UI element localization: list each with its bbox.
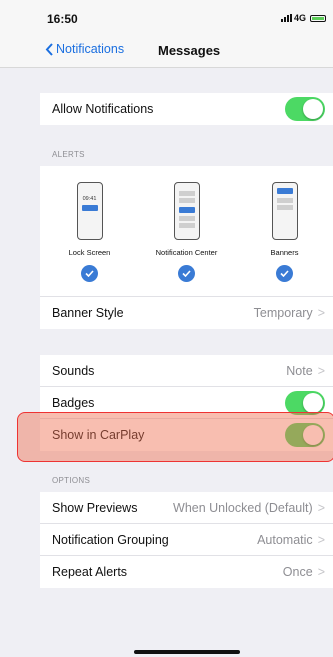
alerts-section-header: ALERTS xyxy=(52,150,85,159)
badges-toggle[interactable] xyxy=(285,391,325,415)
allow-notifications-label: Allow Notifications xyxy=(52,102,154,116)
banners-phone-icon xyxy=(271,182,298,240)
repeat-alerts-label: Repeat Alerts xyxy=(52,565,128,579)
chevron-left-icon xyxy=(45,42,53,56)
lock-screen-phone-time: 09:41 xyxy=(82,196,97,202)
navigation-bar: Notifications Messages xyxy=(0,34,333,68)
back-button[interactable]: Notifications xyxy=(45,42,124,56)
sounds-row[interactable]: Sounds Note > xyxy=(40,355,333,387)
checkmark-icon[interactable] xyxy=(81,265,98,282)
checkmark-icon[interactable] xyxy=(178,265,195,282)
checkmark-icon[interactable] xyxy=(276,265,293,282)
status-time: 16:50 xyxy=(47,12,78,26)
chevron-right-icon: > xyxy=(317,533,325,547)
alert-option-lock-screen[interactable]: 09:41 Lock Screen xyxy=(42,174,137,282)
notification-grouping-label: Notification Grouping xyxy=(52,533,169,547)
repeat-alerts-row[interactable]: Repeat Alerts Once > xyxy=(40,556,333,588)
notification-grouping-row[interactable]: Notification Grouping Automatic > xyxy=(40,524,333,556)
carplay-label: Show in CarPlay xyxy=(52,428,145,442)
alert-option-label: Banners xyxy=(270,248,299,257)
network-type: 4G xyxy=(294,13,307,23)
alert-option-label: Notification Center xyxy=(155,248,218,257)
show-previews-label: Show Previews xyxy=(52,501,138,515)
banner-style-label: Banner Style xyxy=(52,306,124,320)
sounds-value: Note xyxy=(286,364,313,378)
chevron-right-icon: > xyxy=(317,565,325,579)
status-bar: 16:50 4G xyxy=(0,0,333,34)
allow-notifications-toggle[interactable] xyxy=(285,97,325,121)
battery-icon xyxy=(310,14,327,22)
show-previews-value: When Unlocked (Default) xyxy=(173,501,313,515)
repeat-alerts-value: Once xyxy=(282,565,313,579)
status-indicators: 4G xyxy=(281,13,327,23)
chevron-right-icon: > xyxy=(317,364,325,378)
banner-style-value: Temporary xyxy=(253,306,313,320)
back-label: Notifications xyxy=(56,42,125,56)
alert-option-notification-center[interactable]: Notification Center xyxy=(139,174,234,282)
notification-grouping-value: Automatic xyxy=(257,533,313,547)
home-indicator[interactable] xyxy=(134,650,240,654)
carplay-toggle[interactable] xyxy=(285,423,325,447)
alerts-panel: 09:41 Lock Screen Notification Center Ba… xyxy=(40,166,333,297)
show-previews-row[interactable]: Show Previews When Unlocked (Default) > xyxy=(40,492,333,524)
chevron-right-icon: > xyxy=(317,501,325,515)
banner-style-row[interactable]: Banner Style Temporary > xyxy=(40,297,333,329)
chevron-right-icon: > xyxy=(317,306,325,320)
badges-label: Badges xyxy=(52,396,95,410)
alert-option-banners[interactable]: Banners xyxy=(237,174,332,282)
notification-center-phone-icon xyxy=(173,182,200,240)
alert-option-label: Lock Screen xyxy=(68,248,111,257)
lock-screen-phone-icon: 09:41 xyxy=(76,182,103,240)
badges-row: Badges xyxy=(40,387,333,419)
options-section-header: OPTIONS xyxy=(52,476,91,485)
sounds-label: Sounds xyxy=(52,364,95,378)
signal-icon xyxy=(281,14,292,22)
carplay-row: Show in CarPlay xyxy=(40,419,333,451)
allow-notifications-row: Allow Notifications xyxy=(40,93,333,125)
page-title: Messages xyxy=(158,43,221,58)
